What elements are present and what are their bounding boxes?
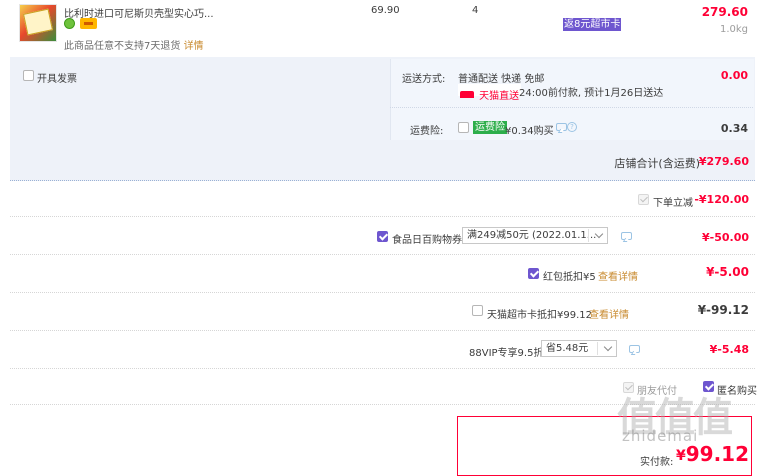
divider (10, 254, 755, 255)
instant-discount-checkbox (638, 194, 649, 205)
invoice-label: 开具发票 (37, 74, 77, 85)
watermark-site: zhidemai (622, 427, 699, 445)
instant-discount-label: 下单立减 (653, 198, 693, 209)
insurance-help-icon[interactable]: ? (567, 122, 577, 132)
quantity: 4 (472, 5, 479, 16)
divider (10, 216, 755, 217)
coupon-label: 食品日百购物券 (392, 235, 462, 246)
vip-label: 88VIP专享9.5折 (469, 348, 544, 359)
red-packet-detail-link[interactable]: 查看详情 (598, 268, 638, 283)
insurance-divider (390, 107, 753, 108)
shipping-label: 运送方式: (402, 74, 446, 85)
vip-value: ¥-5.48 (709, 343, 749, 356)
tmall-card-value: ¥-99.12 (697, 303, 749, 317)
tmall-store-badge: 天猫直送 (458, 84, 522, 102)
vip-chat-icon[interactable] (629, 345, 640, 353)
divider (10, 368, 755, 369)
green-badge-icon (64, 18, 75, 29)
tmall-card-detail-link[interactable]: 查看详情 (589, 306, 629, 321)
return-detail-link[interactable]: 详情 (184, 41, 204, 52)
coupon-chat-icon[interactable] (621, 232, 632, 240)
coupon-value: ¥-50.00 (701, 231, 749, 244)
chevron-down-icon (603, 342, 613, 352)
shipping-method: 普通配送 快递 免邮 (458, 74, 545, 85)
red-packet-value: ¥-5.00 (706, 265, 749, 279)
card-badge-icon (80, 18, 97, 29)
vip-select[interactable]: 省5.48元 (541, 340, 617, 357)
unit-price: 69.90 (371, 5, 400, 16)
payment-currency: ¥ (676, 448, 686, 464)
return-notice: 此商品任意不支持7天退货 详情 (64, 41, 204, 52)
insurance-checkbox[interactable] (458, 122, 469, 133)
item-subtotal: 279.60 (701, 5, 748, 19)
shipping-fee: 0.00 (720, 69, 748, 82)
tmall-card-label: 天猫超市卡抵扣¥99.12 (487, 310, 592, 321)
tmall-card-checkbox[interactable] (472, 305, 483, 316)
insurance-label: 运费险: (410, 126, 444, 137)
coupon-checkbox[interactable] (377, 231, 388, 242)
divider (10, 330, 755, 331)
insurance-badge: 运费险 (473, 121, 507, 134)
divider (10, 292, 755, 293)
insurance-price: ¥0.34购买 (505, 126, 554, 137)
payment-value: 99.12 (685, 442, 749, 466)
store-total-label: 店铺合计(含运费) (614, 157, 700, 170)
instant-discount-value: -¥120.00 (694, 193, 749, 206)
red-packet-label: 红包抵扣¥5 (543, 272, 596, 283)
item-weight: 1.0kg (719, 24, 748, 35)
insurance-chat-icon[interactable] (556, 123, 567, 131)
coupon-select[interactable]: 满249减50元 (2022.01.1... (462, 227, 608, 244)
delivery-note: 24:00前付款, 预计1月26日送达 (519, 88, 664, 99)
rebate-tag: 返8元超市卡 (563, 18, 622, 31)
payment-label: 实付款: (640, 457, 674, 468)
insurance-fee: 0.34 (720, 122, 748, 135)
product-thumbnail[interactable] (19, 4, 57, 42)
tmall-cat-icon (460, 91, 474, 98)
store-total-value: ¥279.60 (698, 155, 749, 168)
red-packet-checkbox[interactable] (528, 268, 539, 279)
invoice-checkbox[interactable] (23, 70, 34, 81)
